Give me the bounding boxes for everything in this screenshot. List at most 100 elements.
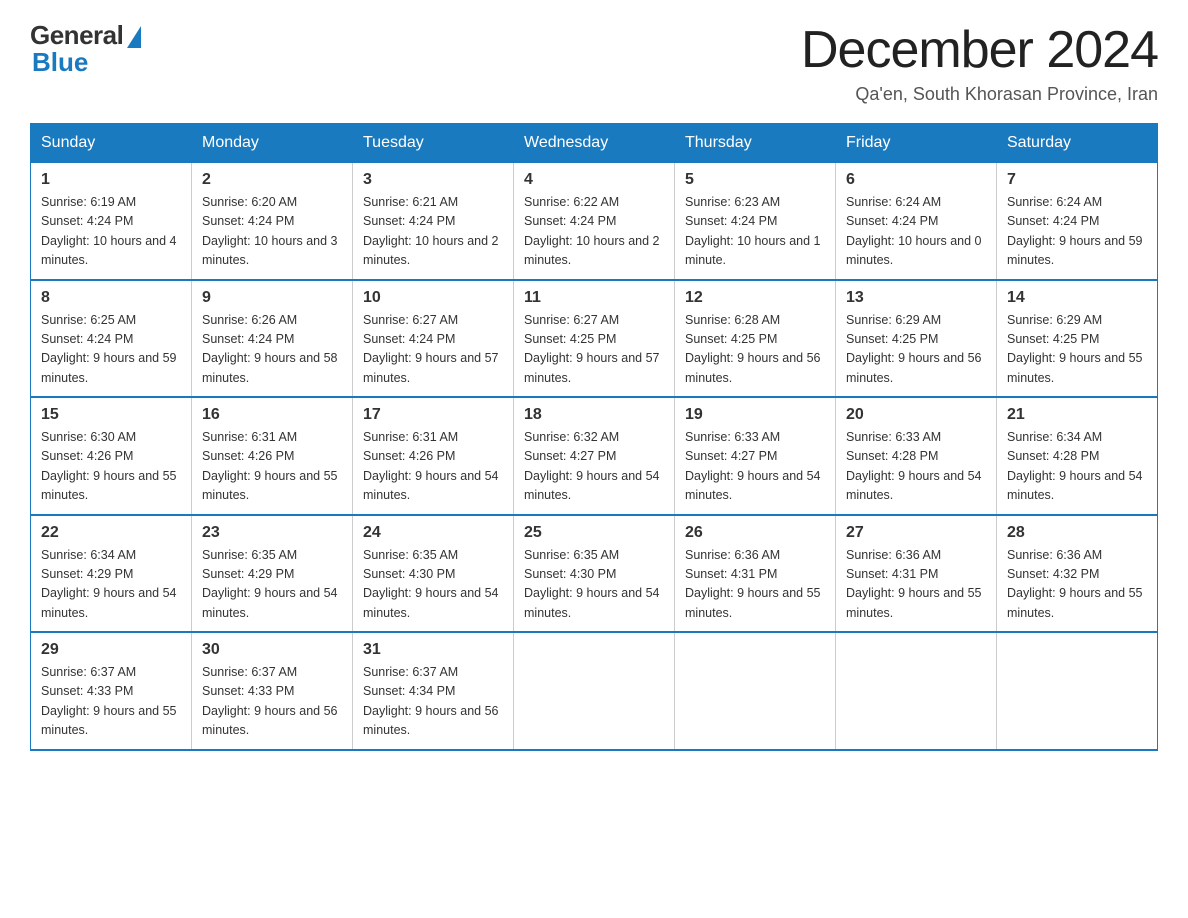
day-info: Sunrise: 6:28 AMSunset: 4:25 PMDaylight:… [685,311,825,389]
day-info: Sunrise: 6:24 AMSunset: 4:24 PMDaylight:… [1007,193,1147,271]
day-info: Sunrise: 6:24 AMSunset: 4:24 PMDaylight:… [846,193,986,271]
weekday-header-tuesday: Tuesday [353,124,514,163]
day-number: 29 [41,641,181,659]
calendar-cell: 9 Sunrise: 6:26 AMSunset: 4:24 PMDayligh… [192,280,353,398]
calendar-cell: 3 Sunrise: 6:21 AMSunset: 4:24 PMDayligh… [353,163,514,280]
calendar-cell: 16 Sunrise: 6:31 AMSunset: 4:26 PMDaylig… [192,397,353,515]
day-info: Sunrise: 6:33 AMSunset: 4:27 PMDaylight:… [685,428,825,506]
logo-blue-text: Blue [30,47,88,78]
day-info: Sunrise: 6:20 AMSunset: 4:24 PMDaylight:… [202,193,342,271]
day-number: 30 [202,641,342,659]
day-info: Sunrise: 6:37 AMSunset: 4:33 PMDaylight:… [202,663,342,741]
calendar-cell: 30 Sunrise: 6:37 AMSunset: 4:33 PMDaylig… [192,632,353,750]
calendar-cell: 15 Sunrise: 6:30 AMSunset: 4:26 PMDaylig… [31,397,192,515]
day-number: 3 [363,171,503,189]
day-number: 7 [1007,171,1147,189]
day-info: Sunrise: 6:36 AMSunset: 4:32 PMDaylight:… [1007,546,1147,624]
day-number: 1 [41,171,181,189]
day-info: Sunrise: 6:32 AMSunset: 4:27 PMDaylight:… [524,428,664,506]
day-info: Sunrise: 6:29 AMSunset: 4:25 PMDaylight:… [1007,311,1147,389]
calendar-cell: 24 Sunrise: 6:35 AMSunset: 4:30 PMDaylig… [353,515,514,633]
weekday-header-row: SundayMondayTuesdayWednesdayThursdayFrid… [31,124,1158,163]
calendar-cell: 18 Sunrise: 6:32 AMSunset: 4:27 PMDaylig… [514,397,675,515]
location-text: Qa'en, South Khorasan Province, Iran [801,84,1158,105]
day-info: Sunrise: 6:19 AMSunset: 4:24 PMDaylight:… [41,193,181,271]
calendar-cell: 11 Sunrise: 6:27 AMSunset: 4:25 PMDaylig… [514,280,675,398]
day-info: Sunrise: 6:31 AMSunset: 4:26 PMDaylight:… [202,428,342,506]
calendar-cell: 21 Sunrise: 6:34 AMSunset: 4:28 PMDaylig… [997,397,1158,515]
calendar-week-row: 8 Sunrise: 6:25 AMSunset: 4:24 PMDayligh… [31,280,1158,398]
calendar-cell: 4 Sunrise: 6:22 AMSunset: 4:24 PMDayligh… [514,163,675,280]
calendar-cell: 17 Sunrise: 6:31 AMSunset: 4:26 PMDaylig… [353,397,514,515]
day-number: 12 [685,289,825,307]
day-number: 11 [524,289,664,307]
calendar-cell: 20 Sunrise: 6:33 AMSunset: 4:28 PMDaylig… [836,397,997,515]
day-info: Sunrise: 6:35 AMSunset: 4:30 PMDaylight:… [363,546,503,624]
calendar-cell: 5 Sunrise: 6:23 AMSunset: 4:24 PMDayligh… [675,163,836,280]
day-number: 19 [685,406,825,424]
day-number: 8 [41,289,181,307]
calendar-cell: 2 Sunrise: 6:20 AMSunset: 4:24 PMDayligh… [192,163,353,280]
day-info: Sunrise: 6:23 AMSunset: 4:24 PMDaylight:… [685,193,825,271]
day-info: Sunrise: 6:25 AMSunset: 4:24 PMDaylight:… [41,311,181,389]
calendar-cell: 14 Sunrise: 6:29 AMSunset: 4:25 PMDaylig… [997,280,1158,398]
day-number: 9 [202,289,342,307]
calendar-cell: 31 Sunrise: 6:37 AMSunset: 4:34 PMDaylig… [353,632,514,750]
weekday-header-friday: Friday [836,124,997,163]
calendar-cell [997,632,1158,750]
day-info: Sunrise: 6:34 AMSunset: 4:29 PMDaylight:… [41,546,181,624]
title-section: December 2024 Qa'en, South Khorasan Prov… [801,20,1158,105]
calendar-cell: 8 Sunrise: 6:25 AMSunset: 4:24 PMDayligh… [31,280,192,398]
day-info: Sunrise: 6:34 AMSunset: 4:28 PMDaylight:… [1007,428,1147,506]
calendar-cell: 7 Sunrise: 6:24 AMSunset: 4:24 PMDayligh… [997,163,1158,280]
day-info: Sunrise: 6:29 AMSunset: 4:25 PMDaylight:… [846,311,986,389]
calendar-week-row: 1 Sunrise: 6:19 AMSunset: 4:24 PMDayligh… [31,163,1158,280]
month-title: December 2024 [801,20,1158,80]
calendar-cell: 26 Sunrise: 6:36 AMSunset: 4:31 PMDaylig… [675,515,836,633]
calendar-cell: 12 Sunrise: 6:28 AMSunset: 4:25 PMDaylig… [675,280,836,398]
calendar-cell [836,632,997,750]
calendar-week-row: 22 Sunrise: 6:34 AMSunset: 4:29 PMDaylig… [31,515,1158,633]
day-number: 31 [363,641,503,659]
day-number: 26 [685,524,825,542]
calendar-cell: 25 Sunrise: 6:35 AMSunset: 4:30 PMDaylig… [514,515,675,633]
day-info: Sunrise: 6:35 AMSunset: 4:30 PMDaylight:… [524,546,664,624]
day-number: 25 [524,524,664,542]
day-number: 24 [363,524,503,542]
calendar-week-row: 15 Sunrise: 6:30 AMSunset: 4:26 PMDaylig… [31,397,1158,515]
day-number: 15 [41,406,181,424]
day-number: 5 [685,171,825,189]
day-info: Sunrise: 6:36 AMSunset: 4:31 PMDaylight:… [685,546,825,624]
calendar-week-row: 29 Sunrise: 6:37 AMSunset: 4:33 PMDaylig… [31,632,1158,750]
calendar-cell [675,632,836,750]
day-number: 18 [524,406,664,424]
calendar-cell: 6 Sunrise: 6:24 AMSunset: 4:24 PMDayligh… [836,163,997,280]
logo: General Blue [30,20,141,78]
calendar-cell [514,632,675,750]
weekday-header-thursday: Thursday [675,124,836,163]
day-info: Sunrise: 6:27 AMSunset: 4:25 PMDaylight:… [524,311,664,389]
calendar-cell: 23 Sunrise: 6:35 AMSunset: 4:29 PMDaylig… [192,515,353,633]
day-number: 28 [1007,524,1147,542]
day-info: Sunrise: 6:30 AMSunset: 4:26 PMDaylight:… [41,428,181,506]
logo-triangle-icon [127,26,141,48]
calendar-cell: 22 Sunrise: 6:34 AMSunset: 4:29 PMDaylig… [31,515,192,633]
calendar-cell: 13 Sunrise: 6:29 AMSunset: 4:25 PMDaylig… [836,280,997,398]
day-number: 21 [1007,406,1147,424]
page-header: General Blue December 2024 Qa'en, South … [30,20,1158,105]
calendar-cell: 1 Sunrise: 6:19 AMSunset: 4:24 PMDayligh… [31,163,192,280]
day-info: Sunrise: 6:27 AMSunset: 4:24 PMDaylight:… [363,311,503,389]
day-number: 16 [202,406,342,424]
calendar-table: SundayMondayTuesdayWednesdayThursdayFrid… [30,123,1158,751]
weekday-header-wednesday: Wednesday [514,124,675,163]
day-number: 6 [846,171,986,189]
weekday-header-sunday: Sunday [31,124,192,163]
day-info: Sunrise: 6:36 AMSunset: 4:31 PMDaylight:… [846,546,986,624]
calendar-cell: 29 Sunrise: 6:37 AMSunset: 4:33 PMDaylig… [31,632,192,750]
day-number: 13 [846,289,986,307]
day-info: Sunrise: 6:37 AMSunset: 4:34 PMDaylight:… [363,663,503,741]
day-number: 23 [202,524,342,542]
day-number: 20 [846,406,986,424]
day-info: Sunrise: 6:35 AMSunset: 4:29 PMDaylight:… [202,546,342,624]
day-number: 10 [363,289,503,307]
